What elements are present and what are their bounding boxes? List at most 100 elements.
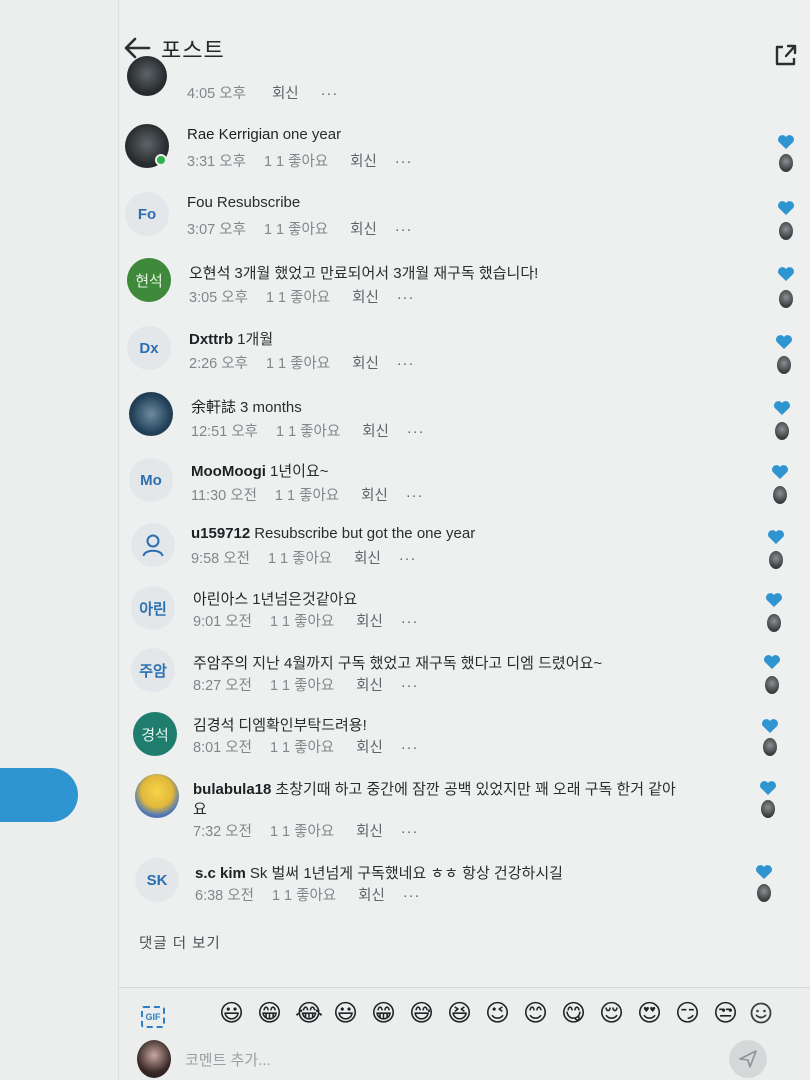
- heart-icon[interactable]: [755, 864, 773, 880]
- comment-username[interactable]: 김경석: [193, 717, 234, 734]
- emoji-button[interactable]: 😁: [257, 1001, 282, 1027]
- reply-button[interactable]: 회신: [358, 888, 385, 904]
- emoji-button[interactable]: 😃: [219, 1001, 244, 1027]
- avatar[interactable]: 아린: [131, 586, 175, 630]
- emoji-button[interactable]: 😃: [333, 1001, 358, 1027]
- emoji-button[interactable]: 😉: [485, 1001, 510, 1027]
- heart-icon[interactable]: [777, 266, 795, 282]
- avatar[interactable]: [135, 774, 179, 818]
- like-button[interactable]: 1 1 좋아요: [275, 488, 339, 504]
- like-button[interactable]: 1 1 좋아요: [266, 356, 330, 372]
- heart-icon[interactable]: [759, 780, 777, 796]
- reply-button[interactable]: 회신: [350, 222, 377, 238]
- more-options-button[interactable]: ···: [403, 888, 421, 904]
- comment-body: one year: [282, 126, 342, 143]
- gif-icon[interactable]: GIF: [141, 1006, 165, 1028]
- send-button[interactable]: [729, 1040, 767, 1078]
- avatar[interactable]: Dx: [127, 326, 171, 370]
- like-button[interactable]: 1 1 좋아요: [264, 154, 328, 170]
- liker-avatar: [773, 486, 787, 504]
- comment-username[interactable]: MooMoogi: [191, 463, 266, 480]
- emoji-button[interactable]: 😍: [637, 1001, 662, 1027]
- avatar[interactable]: [131, 523, 175, 567]
- left-action-button[interactable]: [0, 768, 78, 822]
- more-options-button[interactable]: ···: [401, 740, 419, 756]
- more-options-button[interactable]: ···: [395, 154, 413, 170]
- comment-username[interactable]: 余軒誌: [191, 399, 236, 416]
- emoji-button[interactable]: 😁: [371, 1001, 396, 1027]
- reply-button[interactable]: 회신: [356, 614, 383, 630]
- more-options-button[interactable]: ···: [399, 551, 417, 567]
- avatar[interactable]: [129, 392, 173, 436]
- reply-button[interactable]: 회신: [361, 488, 388, 504]
- like-button[interactable]: 1 1 좋아요: [270, 678, 334, 694]
- more-options-button[interactable]: ···: [401, 614, 419, 630]
- more-options-button[interactable]: ···: [397, 290, 415, 306]
- reply-button[interactable]: 회신: [352, 290, 379, 306]
- heart-icon[interactable]: [765, 592, 783, 608]
- heart-icon[interactable]: [763, 654, 781, 670]
- comment-username[interactable]: Dxttrb: [189, 331, 233, 348]
- like-button[interactable]: 1 1 좋아요: [276, 424, 340, 440]
- emoji-button[interactable]: 😏: [675, 1001, 700, 1027]
- comment-username[interactable]: 아린아스: [193, 591, 248, 608]
- avatar[interactable]: Mo: [129, 458, 173, 502]
- avatar[interactable]: SK: [135, 858, 179, 902]
- like-button[interactable]: 1 1 좋아요: [266, 290, 330, 306]
- avatar: [127, 56, 167, 96]
- emoji-button[interactable]: 😋: [561, 1001, 586, 1027]
- comment-username[interactable]: Rae Kerrigian: [187, 126, 279, 143]
- emoji-button[interactable]: 😂: [295, 1001, 323, 1027]
- more-options-button[interactable]: ···: [321, 86, 339, 102]
- reply-button[interactable]: 회신: [356, 740, 383, 756]
- comment-username[interactable]: u159712: [191, 525, 250, 542]
- like-button[interactable]: 1 1 좋아요: [272, 888, 336, 904]
- reply-button[interactable]: 회신: [356, 824, 383, 840]
- heart-icon[interactable]: [773, 400, 791, 416]
- heart-icon[interactable]: [777, 134, 795, 150]
- emoji-button[interactable]: 😌: [599, 1001, 624, 1027]
- avatar[interactable]: 주암: [131, 648, 175, 692]
- avatar[interactable]: 현석: [127, 258, 171, 302]
- reply-button[interactable]: 회신: [272, 86, 299, 102]
- reply-button[interactable]: 회신: [354, 551, 381, 567]
- like-button[interactable]: 1 1 좋아요: [270, 614, 334, 630]
- comment-username[interactable]: bulabula18: [193, 781, 271, 798]
- reply-button[interactable]: 회신: [350, 154, 377, 170]
- avatar[interactable]: [125, 124, 169, 168]
- heart-icon[interactable]: [771, 464, 789, 480]
- comment-username[interactable]: Fou: [187, 194, 213, 211]
- emoji-button[interactable]: 😅: [409, 1001, 434, 1027]
- comment-input[interactable]: [185, 1046, 705, 1074]
- emoji-button[interactable]: 😊: [523, 1001, 548, 1027]
- more-options-button[interactable]: ···: [401, 678, 419, 694]
- emoji-picker-icon[interactable]: [749, 1001, 773, 1025]
- heart-icon[interactable]: [761, 718, 779, 734]
- comment-row: Dx Dxttrb 1개월 2:26 오후 1 1 좋아요 회신 ···: [119, 326, 810, 386]
- more-options-button[interactable]: ···: [397, 356, 415, 372]
- avatar[interactable]: Fo: [125, 192, 169, 236]
- comment-time: 9:58 오전: [191, 551, 250, 567]
- heart-icon[interactable]: [777, 200, 795, 216]
- more-comments-link[interactable]: 댓글 더 보기: [139, 932, 221, 953]
- emoji-button[interactable]: 😒: [713, 1001, 738, 1027]
- more-options-button[interactable]: ···: [401, 824, 419, 840]
- comment-username[interactable]: 오현석: [189, 265, 230, 282]
- reply-button[interactable]: 회신: [352, 356, 379, 372]
- more-options-button[interactable]: ···: [407, 424, 425, 440]
- more-options-button[interactable]: ···: [406, 488, 424, 504]
- comment-username[interactable]: s.c kim: [195, 865, 246, 882]
- like-button[interactable]: 1 1 좋아요: [270, 740, 334, 756]
- like-button[interactable]: 1 1 좋아요: [270, 824, 334, 840]
- heart-icon[interactable]: [767, 529, 785, 545]
- liker-avatar: [777, 356, 791, 374]
- like-button[interactable]: 1 1 좋아요: [268, 551, 332, 567]
- heart-icon[interactable]: [775, 334, 793, 350]
- comment-username[interactable]: 주암주의: [193, 655, 248, 672]
- more-options-button[interactable]: ···: [395, 222, 413, 238]
- reply-button[interactable]: 회신: [362, 424, 389, 440]
- reply-button[interactable]: 회신: [356, 678, 383, 694]
- avatar[interactable]: 경석: [133, 712, 177, 756]
- emoji-button[interactable]: 😆: [447, 1001, 472, 1027]
- like-button[interactable]: 1 1 좋아요: [264, 222, 328, 238]
